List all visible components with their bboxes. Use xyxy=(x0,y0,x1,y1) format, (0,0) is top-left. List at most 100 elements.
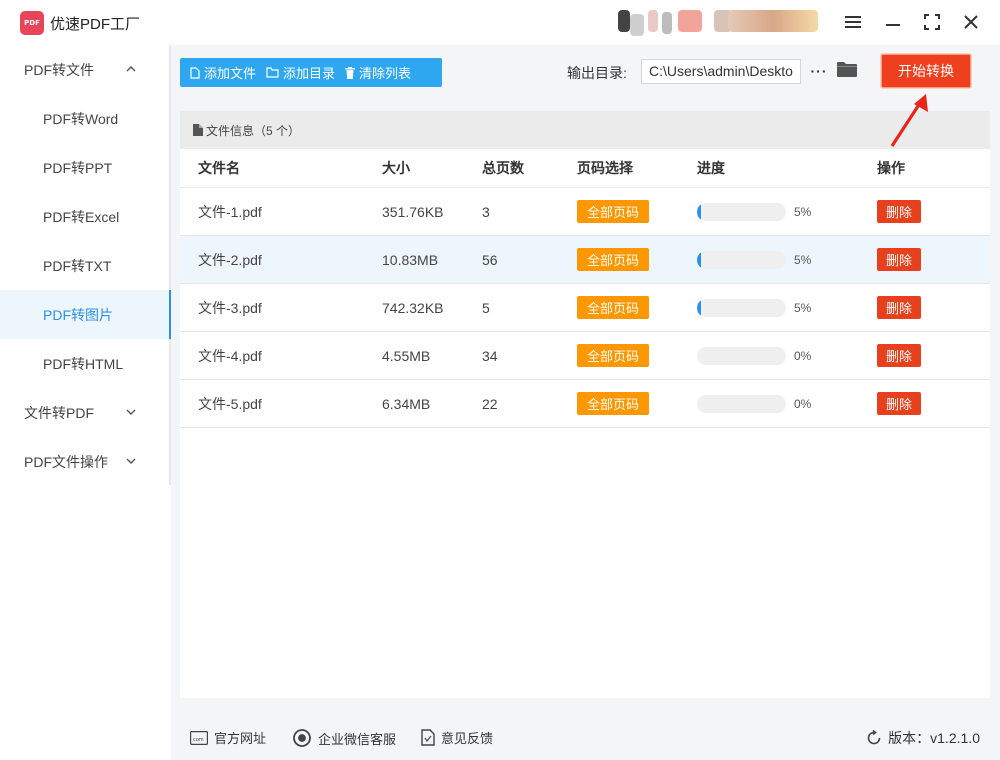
delete-button[interactable]: 删除 xyxy=(877,344,921,367)
version-info: 版本：v1.2.1.0 xyxy=(866,728,980,748)
sidebar-item-pdf-to-image[interactable]: PDF转图片 xyxy=(0,290,171,339)
sidebar-item-pdf-to-ppt[interactable]: PDF转PPT xyxy=(0,143,169,192)
file-name: 文件-3.pdf xyxy=(198,299,262,316)
table-header: 文件名 大小 总页数 页码选择 进度 操作 xyxy=(180,149,990,188)
website-icon: com xyxy=(190,730,208,745)
progress-fill xyxy=(697,251,702,269)
chat-icon xyxy=(293,729,311,747)
page-select-button[interactable]: 全部页码 xyxy=(577,200,649,223)
progress-fill xyxy=(697,203,702,221)
page-select-button[interactable]: 全部页码 xyxy=(577,296,649,319)
page-count: 56 xyxy=(482,251,498,268)
output-dir-label: 输出目录: xyxy=(567,65,627,81)
sidebar-item-label: PDF转HTML xyxy=(43,355,124,372)
website-label: 官方网址 xyxy=(214,731,267,746)
sidebar-group-pdf-operations[interactable]: PDF文件操作 xyxy=(0,437,169,486)
page-count: 5 xyxy=(482,299,490,316)
svg-text:com: com xyxy=(193,737,204,743)
table-row[interactable]: 文件-2.pdf 10.83MB 56 全部页码 5% 删除 xyxy=(180,236,990,284)
file-list-panel: 文件信息（5 个） 文件名 大小 总页数 页码选择 进度 操作 文件-1.pdf… xyxy=(180,111,990,698)
sidebar: PDF转文件 PDF转Word PDF转PPT PDF转Excel PDF转TX… xyxy=(0,45,171,485)
column-header: 总页数 xyxy=(482,160,524,176)
add-directory-label: 添加目录 xyxy=(283,66,336,81)
chevron-down-icon xyxy=(126,458,136,464)
app-logo-icon: PDF xyxy=(20,11,44,35)
page-select-button[interactable]: 全部页码 xyxy=(577,344,649,367)
sidebar-item-pdf-to-html[interactable]: PDF转HTML xyxy=(0,339,169,388)
column-header: 进度 xyxy=(697,160,725,176)
feedback-label: 意见反馈 xyxy=(441,731,494,746)
sidebar-item-label: PDF转Excel xyxy=(43,208,120,225)
table-row[interactable]: 文件-1.pdf 351.76KB 3 全部页码 5% 删除 xyxy=(180,188,990,236)
add-file-button[interactable]: 添加文件 xyxy=(190,63,256,82)
sidebar-group-label: PDF转文件 xyxy=(24,61,94,78)
sidebar-item-pdf-to-txt[interactable]: PDF转TXT xyxy=(0,241,169,290)
delete-button[interactable]: 删除 xyxy=(877,200,921,223)
chevron-down-icon xyxy=(126,409,136,415)
file-name: 文件-2.pdf xyxy=(198,251,262,268)
file-toolbar: 添加文件 添加目录 清除列表 xyxy=(180,58,442,87)
table-row[interactable]: 文件-3.pdf 742.32KB 5 全部页码 5% 删除 xyxy=(180,284,990,332)
file-name: 文件-1.pdf xyxy=(198,203,262,220)
folder-icon xyxy=(266,67,279,78)
file-name: 文件-5.pdf xyxy=(198,395,262,412)
sidebar-item-label: PDF转图片 xyxy=(43,306,113,323)
document-icon xyxy=(193,124,203,136)
footer: com 官方网址 企业微信客服 意见反馈 版本：v1.2.1.0 xyxy=(171,713,1000,760)
open-folder-icon[interactable] xyxy=(837,61,857,80)
page-count: 22 xyxy=(482,395,498,412)
sidebar-item-pdf-to-word[interactable]: PDF转Word xyxy=(0,94,169,143)
logo-text: PDF xyxy=(24,19,40,27)
progress-text: 5% xyxy=(794,204,812,219)
minimize-icon[interactable] xyxy=(882,11,904,33)
add-file-label: 添加文件 xyxy=(204,66,257,81)
page-count: 34 xyxy=(482,347,498,364)
progress-bar xyxy=(697,299,786,317)
delete-button[interactable]: 删除 xyxy=(877,248,921,271)
sidebar-group-file-to-pdf[interactable]: 文件转PDF xyxy=(0,388,169,437)
wechat-label: 企业微信客服 xyxy=(318,731,397,747)
refresh-icon xyxy=(867,730,881,745)
app-title: 优速PDF工厂 xyxy=(50,16,141,33)
add-directory-button[interactable]: 添加目录 xyxy=(266,63,335,82)
close-icon[interactable] xyxy=(960,11,982,33)
chevron-up-icon xyxy=(126,66,136,72)
column-header: 操作 xyxy=(877,160,905,176)
table-row[interactable]: 文件-5.pdf 6.34MB 22 全部页码 0% 删除 xyxy=(180,380,990,428)
column-header: 文件名 xyxy=(198,160,240,176)
progress-text: 0% xyxy=(794,348,812,363)
sidebar-group-pdf-to-file[interactable]: PDF转文件 xyxy=(0,45,169,94)
start-convert-button[interactable]: 开始转换 xyxy=(881,54,971,88)
sidebar-item-label: PDF转Word xyxy=(43,110,119,127)
sidebar-group-label: 文件转PDF xyxy=(24,404,94,421)
delete-button[interactable]: 删除 xyxy=(877,296,921,319)
sidebar-item-pdf-to-excel[interactable]: PDF转Excel xyxy=(0,192,169,241)
feedback-link[interactable]: 意见反馈 xyxy=(421,728,493,747)
sidebar-group-label: PDF文件操作 xyxy=(24,453,108,470)
official-website-link[interactable]: com 官方网址 xyxy=(190,728,266,747)
page-select-button[interactable]: 全部页码 xyxy=(577,248,649,271)
progress-bar xyxy=(697,251,786,269)
progress-bar xyxy=(697,203,786,221)
progress-text: 5% xyxy=(794,300,812,315)
progress-text: 5% xyxy=(794,252,812,267)
file-icon xyxy=(190,66,200,79)
clear-list-label: 清除列表 xyxy=(359,66,412,81)
column-header: 页码选择 xyxy=(577,160,633,176)
more-options-button[interactable]: ··· xyxy=(809,61,829,81)
maximize-icon[interactable] xyxy=(921,11,943,33)
file-size: 6.34MB xyxy=(382,395,431,412)
output-dir-field[interactable]: C:\Users\admin\Deskto xyxy=(641,59,801,84)
wechat-service-link[interactable]: 企业微信客服 xyxy=(292,728,396,748)
menu-icon[interactable] xyxy=(842,11,864,33)
page-select-button[interactable]: 全部页码 xyxy=(577,392,649,415)
user-avatar[interactable] xyxy=(618,10,823,36)
main-area: 添加文件 添加目录 清除列表 输出目录: C:\Users\admin\Desk… xyxy=(171,45,1000,713)
delete-button[interactable]: 删除 xyxy=(877,392,921,415)
annotation-arrow-icon xyxy=(890,94,928,147)
table-row[interactable]: 文件-4.pdf 4.55MB 34 全部页码 0% 删除 xyxy=(180,332,990,380)
progress-bar xyxy=(697,347,786,365)
clear-list-button[interactable]: 清除列表 xyxy=(345,63,411,82)
progress-bar xyxy=(697,395,786,413)
file-size: 4.55MB xyxy=(382,347,431,364)
